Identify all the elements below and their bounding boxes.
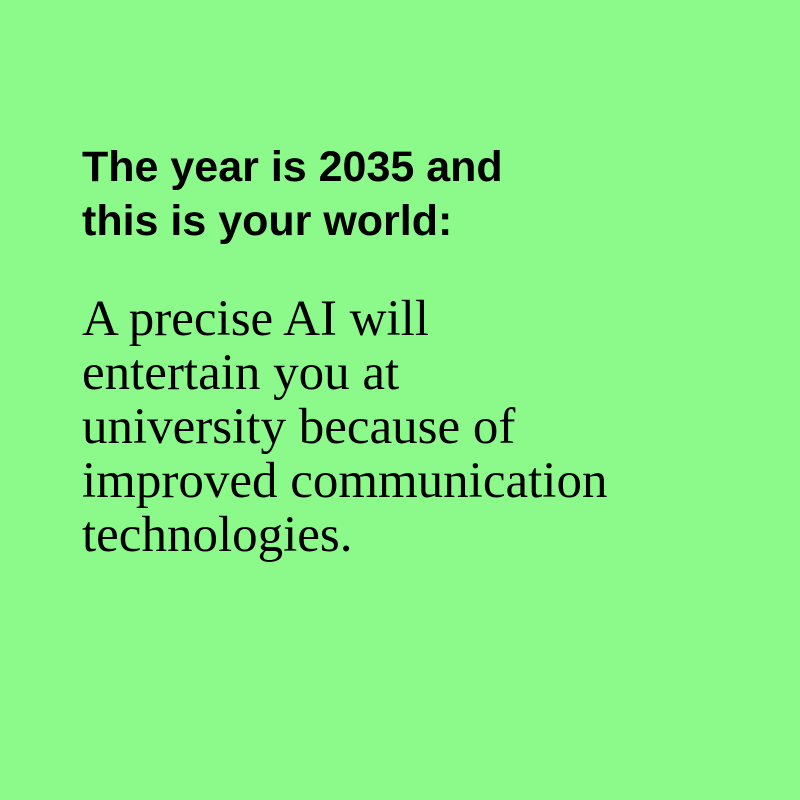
headline-line-1: The year is 2035 and [82, 143, 503, 191]
headline-line-2: this is your world: [82, 197, 453, 245]
post-card: The year is 2035 and this is your world:… [0, 0, 800, 800]
body-text: A precise AI will entertain you at unive… [82, 292, 742, 562]
headline: The year is 2035 and this is your world: [82, 140, 722, 248]
body-line-1: A precise AI will [82, 291, 430, 347]
body-line-2: entertain you at [82, 345, 400, 401]
body-line-5: technologies. [82, 507, 353, 563]
body-line-3: university because of [82, 399, 516, 455]
body-line-4: improved communication [82, 453, 608, 509]
